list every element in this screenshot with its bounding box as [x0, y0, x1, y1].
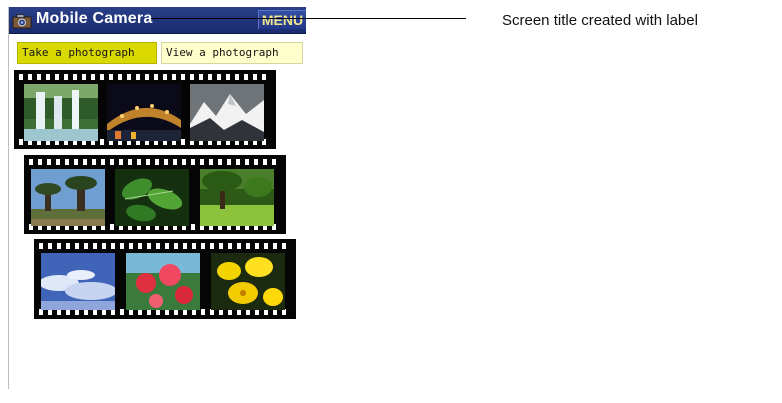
- callout-text: Screen title created with label: [502, 12, 698, 29]
- film-perforations: [19, 74, 271, 80]
- red-flowers-photo[interactable]: [126, 253, 200, 310]
- yellow-flowers-photo[interactable]: [211, 253, 285, 310]
- snowy-mountain-photo[interactable]: [190, 84, 264, 141]
- menu-button[interactable]: MENU: [258, 10, 306, 29]
- night-bridge-photo[interactable]: [107, 84, 181, 141]
- film-strip-3: [34, 239, 296, 319]
- film-strip-1: [14, 70, 276, 149]
- film-perforations: [29, 159, 281, 165]
- park-lawn-photo[interactable]: [200, 169, 274, 226]
- clouds-sky-photo[interactable]: [41, 253, 115, 310]
- film-strip-2: [24, 155, 286, 234]
- tab-take-photograph[interactable]: Take a photograph: [17, 42, 157, 64]
- green-leaves-photo[interactable]: [115, 169, 189, 226]
- baobab-trees-photo[interactable]: [31, 169, 105, 226]
- screen-title-label: Mobile Camera: [36, 10, 153, 27]
- callout-leader-line: [151, 18, 466, 19]
- phone-screen: Mobile Camera MENU Take a photograph Vie…: [8, 7, 307, 389]
- waterfall-photo[interactable]: [24, 84, 98, 141]
- tab-view-photograph[interactable]: View a photograph: [161, 42, 303, 64]
- camera-icon: [12, 13, 32, 29]
- film-perforations: [39, 243, 291, 249]
- screen-title-bar: Mobile Camera MENU: [9, 7, 306, 34]
